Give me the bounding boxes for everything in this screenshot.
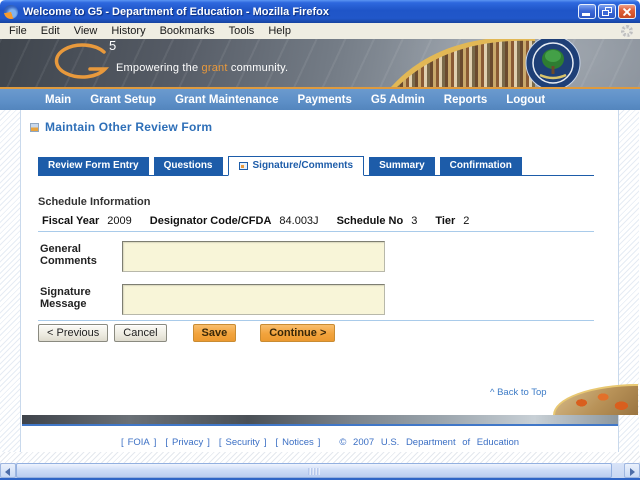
header-banner: 5 Empowering the grant community. [0,39,640,87]
minimize-button[interactable] [578,4,596,19]
cancel-button[interactable]: Cancel [114,324,167,342]
restore-button[interactable] [598,4,616,19]
throbber-icon [621,25,633,37]
designator-code-label: Designator Code/CFDA [149,215,272,227]
tagline-accent: grant [201,62,228,74]
menu-item-help[interactable]: Help [261,24,298,38]
nav-item-g5-admin[interactable]: G5 Admin [371,94,425,106]
window-title: Welcome to G5 - Department of Education … [23,5,329,18]
footer-link-foia[interactable]: [ FOIA ] [121,437,156,448]
footer-link-security[interactable]: [ Security ] [219,437,267,448]
horizontal-scrollbar[interactable] [0,463,640,478]
scrollbar-thumb[interactable] [16,463,612,478]
footer-link-privacy[interactable]: [ Privacy ] [165,437,209,448]
signature-message-textarea[interactable] [122,284,385,315]
tab-label: Signature/Comments [252,160,354,171]
page-title-row: Maintain Other Review Form [30,120,212,134]
close-button[interactable] [618,4,636,19]
left-edge-pattern [0,110,21,452]
tab-signature-comments[interactable]: Signature/Comments [227,156,365,176]
main-navigation: Main Grant Setup Grant Maintenance Payme… [0,89,640,110]
back-to-top-link[interactable]: ^ Back to Top [490,387,547,398]
nav-item-grant-setup[interactable]: Grant Setup [90,94,156,106]
signature-message-label: Signature Message [40,286,91,310]
copyright-text: © 2007 U.S. Department of Education [339,437,520,448]
thumb-grip-icon [308,468,320,475]
active-tab-marker-icon [238,161,248,170]
bookshelf-image [385,39,535,87]
scroll-left-button[interactable] [0,463,16,478]
logo-number: 5 [109,39,117,53]
bottom-edge-pattern [0,452,640,463]
minimize-icon [582,13,590,16]
nav-item-logout[interactable]: Logout [506,94,545,106]
general-comments-label: General Comments [40,243,97,267]
metal-bar-image [22,415,618,426]
page-content: Maintain Other Review Form Review Form E… [22,110,618,415]
g5-logo-icon [54,43,110,79]
tab-confirmation[interactable]: Confirmation [439,157,522,175]
page-title: Maintain Other Review Form [45,120,213,134]
divider [38,320,594,321]
tagline: Empowering the grant community. [116,62,289,74]
menu-item-history[interactable]: History [104,24,152,38]
footer: [ FOIA ] [ Privacy ] [ Security ] [ Noti… [0,437,640,448]
scroll-right-button[interactable] [624,463,640,478]
education-seal-icon [525,39,581,87]
continue-button[interactable]: Continue > [260,324,336,342]
title-bar: Welcome to G5 - Department of Education … [0,0,640,23]
schedule-no-value: 3 [411,215,418,227]
footer-link-notices[interactable]: [ Notices ] [275,437,320,448]
previous-button[interactable]: < Previous [38,324,109,342]
schedule-info-row: Fiscal Year 2009 Designator Code/CFDA 84… [42,215,487,227]
schedule-no-label: Schedule No [336,215,404,227]
tier-value: 2 [463,215,470,227]
menu-item-file[interactable]: File [2,24,34,38]
tab-review-form-entry[interactable]: Review Form Entry [38,157,149,175]
designator-code-value: 84.003J [279,215,319,227]
tab-bar: Review Form Entry Questions Signature/Co… [38,156,594,176]
button-row: < Previous Cancel Save Continue > [38,324,336,342]
menu-item-view[interactable]: View [67,24,105,38]
fiscal-year-label: Fiscal Year [42,215,100,227]
scroll-left-icon [5,468,10,476]
tab-summary[interactable]: Summary [369,157,435,175]
nav-item-reports[interactable]: Reports [444,94,487,106]
browser-window: Welcome to G5 - Department of Education … [0,0,640,480]
scroll-right-icon [630,468,635,476]
menu-item-bookmarks[interactable]: Bookmarks [153,24,222,38]
firefox-icon [4,4,18,19]
tab-questions[interactable]: Questions [153,157,223,175]
section-title: Schedule Information [38,196,151,208]
tier-label: Tier [435,215,456,227]
nav-item-grant-maintenance[interactable]: Grant Maintenance [175,94,279,106]
nav-item-main[interactable]: Main [45,94,71,106]
menu-item-edit[interactable]: Edit [34,24,67,38]
menu-bar: File Edit View History Bookmarks Tools H… [0,23,640,39]
fiscal-year-value: 2009 [107,215,132,227]
divider [38,231,594,232]
general-comments-textarea[interactable] [122,241,385,272]
save-button[interactable]: Save [192,324,237,342]
menu-item-tools[interactable]: Tools [222,24,262,38]
nav-item-payments[interactable]: Payments [298,94,352,106]
form-bullet-icon [30,122,39,132]
